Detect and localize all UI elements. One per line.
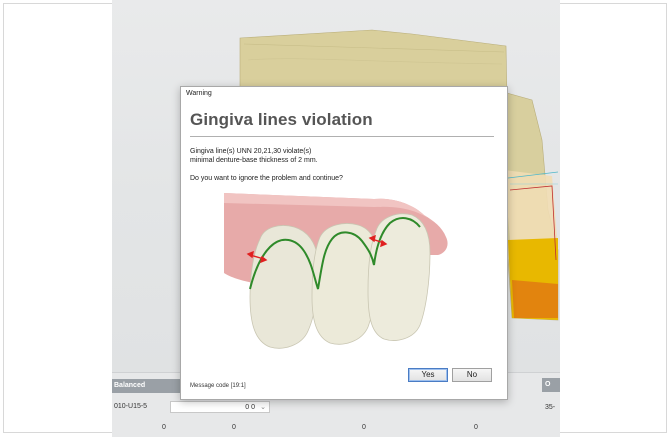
chevron-down-icon: ⌄ (260, 404, 266, 411)
tooth-code: 010-U15-5 (114, 403, 148, 410)
panel-header: Balanced (112, 379, 184, 393)
message-code: Message code [19:1] (190, 383, 246, 389)
dialog-message-line1: Gingiva line(s) UNN 20,21,30 violate(s) (190, 148, 312, 155)
right-panel-header: O (542, 378, 560, 392)
dialog-message-line2: minimal denture-base thickness of 2 mm. (190, 157, 318, 164)
value-cell: 0 (362, 424, 366, 431)
value-cell: 0 (232, 424, 236, 431)
divider (190, 136, 494, 137)
warning-dialog: Warning Gingiva lines violation Gingiva … (180, 86, 508, 400)
value-select[interactable]: 0 0 ⌄ (170, 401, 270, 413)
value-select-text: 0 0 (245, 404, 255, 411)
yes-button[interactable]: Yes (408, 368, 448, 382)
dialog-heading: Gingiva lines violation (190, 110, 373, 129)
value-cell: 0 (474, 424, 478, 431)
values-row: 0 0 0 0 (112, 421, 560, 435)
gingiva-violation-illustration (224, 193, 448, 349)
no-button[interactable]: No (452, 368, 492, 382)
right-tooth-code: 35- (545, 404, 556, 411)
dialog-question: Do you want to ignore the problem and co… (190, 175, 343, 182)
value-cell: 0 (162, 424, 166, 431)
dialog-window-title: Warning (186, 90, 212, 97)
